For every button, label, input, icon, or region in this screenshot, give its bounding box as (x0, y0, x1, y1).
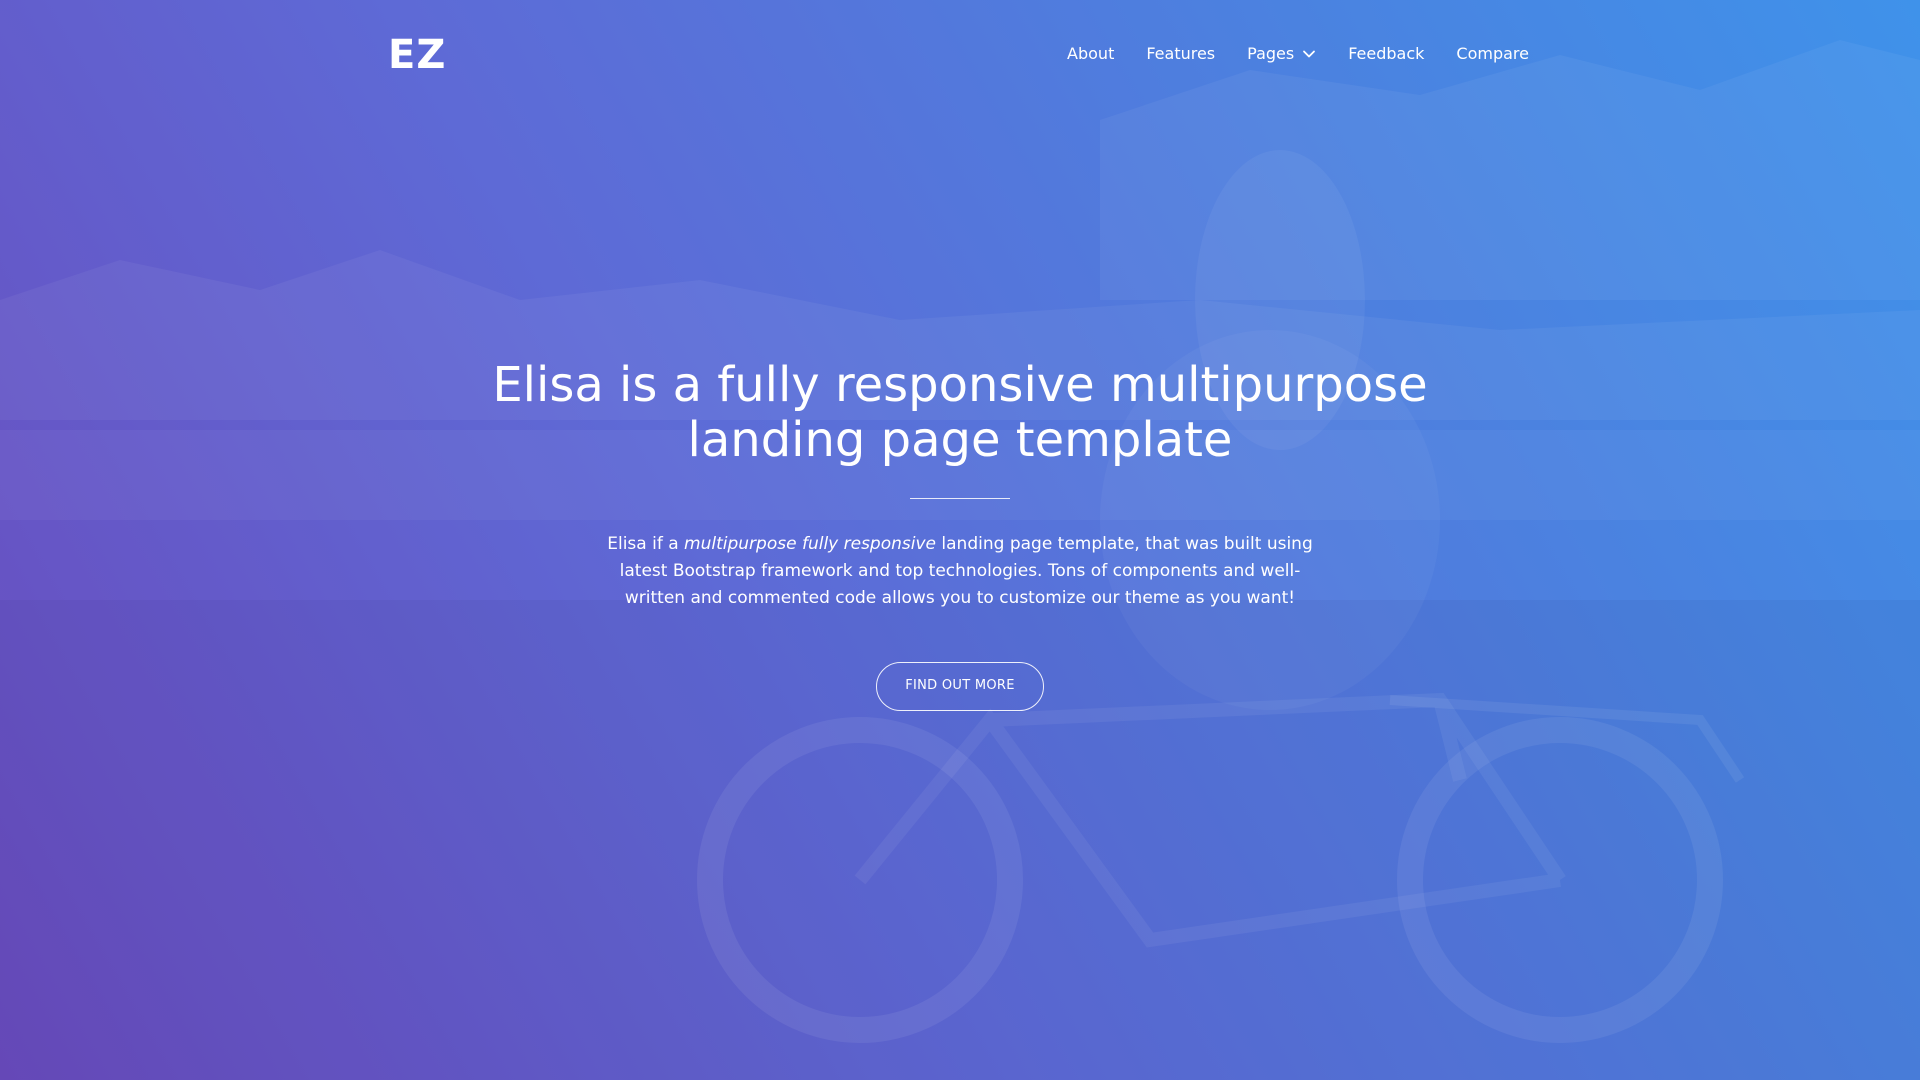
hero-section: EZ About Features Pages Feedback Compare (0, 0, 1920, 1080)
nav-item-label: Features (1146, 44, 1216, 63)
nav-item-compare[interactable]: Compare (1456, 40, 1529, 68)
hero-headline-line-2: landing page template (687, 412, 1233, 468)
nav-item-feedback[interactable]: Feedback (1348, 40, 1424, 68)
nav-item-label: Compare (1456, 44, 1529, 63)
hero-description-intro: Elisa if a (607, 534, 685, 554)
nav-item-label: Pages (1247, 44, 1295, 63)
hero-headline-line-1: Elisa is a fully responsive multipurpose (492, 357, 1428, 413)
hero-description-emphasis: multipurpose fully responsive (684, 534, 937, 554)
top-navbar: EZ About Features Pages Feedback Compare (0, 0, 1920, 110)
hero-content: Elisa is a fully responsive multipurpose… (0, 358, 1920, 711)
headline-divider (910, 498, 1010, 499)
hero-description: Elisa if a multipurpose fully responsive… (590, 531, 1330, 612)
nav-menu: About Features Pages Feedback Compare (1067, 40, 1529, 68)
find-out-more-button[interactable]: FIND OUT MORE (876, 662, 1044, 711)
hero-headline: Elisa is a fully responsive multipurpose… (460, 358, 1460, 468)
nav-item-label: About (1067, 44, 1115, 63)
nav-item-features[interactable]: Features (1146, 40, 1215, 68)
brand-logo[interactable]: EZ (388, 30, 446, 80)
nav-item-pages-dropdown[interactable]: Pages (1247, 40, 1316, 68)
nav-item-about[interactable]: About (1067, 40, 1114, 68)
chevron-down-icon (1303, 50, 1316, 58)
nav-item-label: Feedback (1348, 44, 1425, 63)
